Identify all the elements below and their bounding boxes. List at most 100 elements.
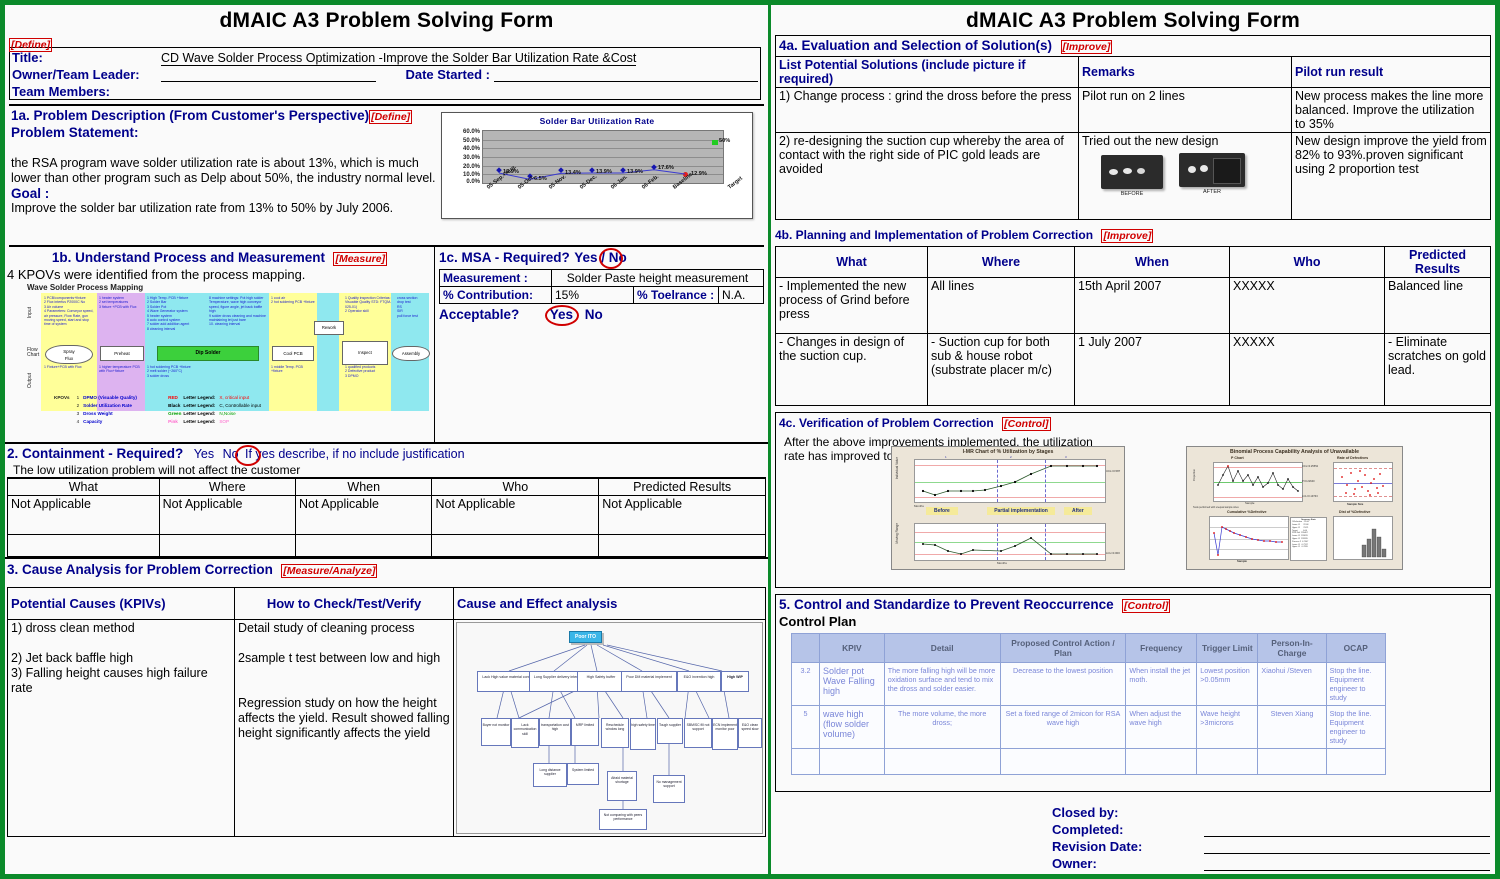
- tree-l4-node-1: Not comparing with peers performance: [599, 808, 647, 830]
- cp-r2-person[interactable]: Steven Xiang: [1257, 704, 1327, 749]
- binomial-note: Tests performed with unequal sample size…: [1193, 505, 1239, 509]
- containment-cell-when[interactable]: Not Applicable: [295, 495, 433, 535]
- pchart-ylabel: Proportion: [1193, 468, 1196, 481]
- closed-by-value-cell[interactable]: [1203, 804, 1491, 821]
- planning-r2-when[interactable]: 1 July 2007: [1074, 332, 1230, 406]
- control-plan-label: Control Plan: [779, 613, 857, 629]
- section-4a: 4a. Evaluation and Selection of Solution…: [775, 35, 1491, 220]
- containment-cell-where-2[interactable]: [158, 534, 297, 557]
- cp-r2-detail[interactable]: The more volume, the more dross;: [883, 704, 1001, 749]
- containment-cell-what[interactable]: Not Applicable: [7, 495, 160, 535]
- solutions-col-list: List Potential Solutions (include pictur…: [776, 57, 1079, 88]
- table-row: 1) dross clean method 2) Jet back baffle…: [7, 618, 766, 838]
- cp-r1-detail[interactable]: The more falling high will be more oxida…: [883, 661, 1001, 706]
- containment-cell-who-2[interactable]: [431, 534, 600, 557]
- cp-r2-kpiv[interactable]: wave high (flow solder volume): [819, 704, 885, 749]
- msa-measurement-value[interactable]: Solder Paste height measurement: [551, 269, 764, 287]
- owner-value-cell-footer[interactable]: [1203, 855, 1491, 872]
- section-3-heading: 3. Cause Analysis for Problem Correction: [7, 562, 273, 577]
- planning-r2-where[interactable]: - Suction cup for both sub & house robot…: [927, 332, 1075, 406]
- containment-cell-who[interactable]: Not Applicable: [431, 495, 600, 535]
- section-5: 5. Control and Standardize to Prevent Re…: [775, 593, 1491, 792]
- cp-r1-trigger[interactable]: Lowest position >0.05mm: [1196, 661, 1259, 706]
- title-value-cell[interactable]: CD Wave Solder Process Optimization -Imp…: [159, 48, 761, 66]
- cp-r3-trigger[interactable]: [1196, 747, 1259, 775]
- planning-r1-where[interactable]: All lines: [927, 276, 1075, 334]
- planning-r1-results[interactable]: Balanced line: [1384, 276, 1491, 334]
- tree-l2-node-4: MRP limited: [571, 717, 599, 746]
- owner-input-footer[interactable]: [1204, 857, 1490, 871]
- node-preheat: Preheat: [100, 346, 144, 361]
- rate-defectives-label: Rate of Defectives: [1337, 455, 1369, 460]
- containment-cell-when-2[interactable]: [295, 534, 433, 557]
- kpov-legend: KPOVs 1 DPMO (Visuable Quality) RED Lett…: [54, 395, 261, 424]
- cp-r3-frequency[interactable]: [1125, 747, 1198, 775]
- closed-by-row: Closed by:: [1051, 804, 1491, 821]
- map-input-5: 1 cool air 2 hot soldering PCB +fixture: [271, 296, 315, 305]
- containment-cell-what-2[interactable]: [7, 534, 160, 557]
- imr-stage-before: Before: [926, 506, 958, 515]
- planning-r1-when[interactable]: 15th April 2007: [1074, 276, 1230, 334]
- solution-2-text[interactable]: 2) re-designing the suction cup whereby …: [776, 132, 1079, 219]
- tree-l2-node-8: SBM/SC fill not support: [684, 717, 712, 748]
- containment-cell-results[interactable]: Not Applicable: [598, 495, 766, 535]
- team-value-cell[interactable]: [159, 82, 761, 100]
- cp-r3-ocap[interactable]: [1325, 747, 1387, 775]
- control-tag-4c: [Control]: [1002, 416, 1051, 431]
- cp-r1-ocap[interactable]: Stop the line. Equipment engineer to stu…: [1325, 661, 1387, 706]
- cause-cell-potential[interactable]: 1) dross clean method 2) Jet back baffle…: [7, 618, 235, 838]
- cp-r1-frequency[interactable]: When install the jet moth.: [1125, 661, 1198, 706]
- solution-2-remarks-cell[interactable]: Tried out the new design BEFORE AFTER: [1078, 132, 1292, 219]
- table-row: 3.2 Solder pot Wave Falling high The mor…: [790, 661, 1387, 706]
- tree-l3-node-2: System limited: [567, 762, 599, 785]
- msa-acceptable-no[interactable]: No: [585, 307, 603, 322]
- footer-signatures: Closed by: Completed: Revision Date: Own…: [1051, 804, 1491, 872]
- node-assembly: Assembly: [392, 346, 430, 361]
- msa-contribution-value[interactable]: 15%: [551, 286, 634, 304]
- table-row: - Changes in design of the suction cup. …: [775, 332, 1491, 406]
- title-input[interactable]: CD Wave Solder Process Optimization -Imp…: [161, 51, 637, 66]
- owner-input[interactable]: [161, 66, 376, 82]
- containment-cell-results-2[interactable]: [598, 534, 766, 557]
- planning-r1-what[interactable]: - Implemented the new process of Grind b…: [775, 276, 928, 334]
- cp-r3-no[interactable]: [790, 747, 821, 775]
- cause-cell-verify[interactable]: Detail study of cleaning process 2sample…: [234, 618, 454, 838]
- cp-r1-action[interactable]: Decrease to the lowest position: [999, 661, 1127, 706]
- team-input[interactable]: [161, 84, 758, 99]
- cp-r2-action[interactable]: Set a fixed range of 2micon for RSA wave…: [999, 704, 1127, 749]
- cp-r2-trigger[interactable]: Wave height >3microns: [1196, 704, 1259, 749]
- cp-r1-kpiv[interactable]: Solder pot Wave Falling high: [819, 661, 885, 706]
- planning-r2-results[interactable]: - Eliminate scratches on gold lead.: [1384, 332, 1491, 406]
- solution-1-result[interactable]: New process makes the line more balanced…: [1291, 87, 1490, 133]
- date-value-cell[interactable]: [492, 65, 761, 82]
- solution-2-result[interactable]: New design improve the yield from 82% to…: [1291, 132, 1490, 219]
- planning-r2-who[interactable]: XXXXX: [1229, 332, 1385, 406]
- closed-by-input[interactable]: [1204, 806, 1490, 819]
- planning-r2-what[interactable]: - Changes in design of the suction cup.: [775, 332, 928, 406]
- cause-cell-effect[interactable]: Poor ITO Lack High value material contro…: [453, 618, 766, 838]
- owner-value-cell[interactable]: [159, 65, 378, 82]
- cp-r1-person[interactable]: Xiaohui /Steven: [1257, 661, 1327, 706]
- containment-cell-where[interactable]: Not Applicable: [158, 495, 297, 535]
- owner-row: Owner/Team Leader: Date Started :: [10, 65, 761, 82]
- cp-r3-detail[interactable]: [883, 747, 1001, 775]
- msa-required-yes[interactable]: Yes: [574, 250, 597, 265]
- completed-value-cell[interactable]: [1203, 821, 1491, 838]
- solution-1-text[interactable]: 1) Change process : grind the dross befo…: [776, 87, 1079, 133]
- date-input[interactable]: [494, 66, 758, 82]
- containment-yes[interactable]: Yes: [194, 447, 214, 461]
- cp-r3-kpiv[interactable]: [819, 747, 885, 775]
- revision-value-cell[interactable]: [1203, 838, 1491, 855]
- cause-col-potential: Potential Causes (KPIVs): [7, 587, 235, 620]
- section-2-heading: 2. Containment - Required?: [7, 446, 184, 461]
- revision-input[interactable]: [1204, 840, 1490, 854]
- cp-r2-ocap[interactable]: Stop the line. Equipment engineer to stu…: [1325, 704, 1387, 749]
- cp-r3-person[interactable]: [1257, 747, 1327, 775]
- cp-r2-frequency[interactable]: When adjust the wave high: [1125, 704, 1198, 749]
- planning-r1-who[interactable]: XXXXX: [1229, 276, 1385, 334]
- completed-input[interactable]: [1204, 823, 1490, 837]
- tree-l1-node-5: E&O invention high: [677, 670, 721, 692]
- solution-1-remarks[interactable]: Pilot run on 2 lines: [1078, 87, 1292, 133]
- msa-tolerance-value[interactable]: N.A.: [718, 286, 764, 304]
- cp-r3-action[interactable]: [999, 747, 1127, 775]
